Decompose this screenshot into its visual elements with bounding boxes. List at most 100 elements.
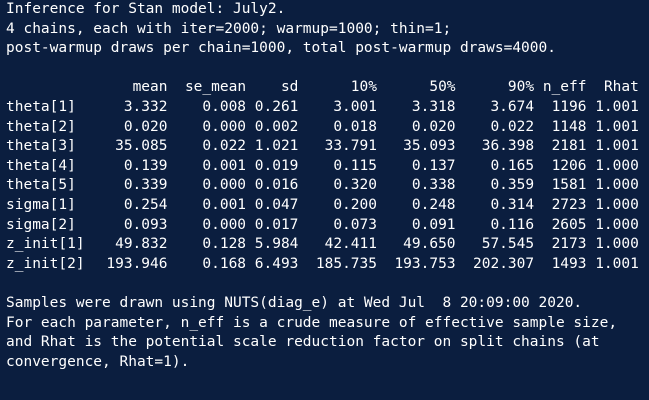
cell-n-eff: 1206 [551,157,587,174]
cell-se-mean: 0.000 [202,216,247,233]
cell-n-eff: 1196 [551,98,587,115]
cell-mean: 0.139 [123,157,168,174]
cell-se-mean: 0.001 [202,157,247,174]
cell-se-mean: 0.022 [202,138,247,155]
cell-50pct: 0.338 [411,177,456,194]
cell-mean: 0.339 [123,177,168,194]
table-row: theta[3] 35.085 0.022 1.021 33.791 35.093 36.3… [6,137,649,157]
cell-10pct: 0.073 [333,216,377,233]
cell-90pct: 0.022 [490,118,535,135]
cell-rhat: 1.000 [595,236,639,253]
cell-se-mean: 0.008 [202,98,247,115]
table-header-row: mean se_mean sd 10% 50% 90% n_eff Rhat [6,78,649,98]
cell-50pct: 0.020 [411,118,456,135]
cell-n-eff: 2605 [551,216,587,233]
table-row: theta[2] 0.020 0.000 0.002 0.018 0.020 0.022 11… [6,118,649,138]
cell-50pct: 3.318 [411,98,456,115]
cell-n-eff: 2173 [551,236,587,253]
cell-90pct: 0.116 [490,216,535,233]
cell-mean: 0.254 [123,196,168,213]
cell-50pct: 0.091 [411,216,456,233]
cell-se-mean: 0.128 [202,236,247,253]
cell-rhat: 1.001 [595,98,639,115]
cell-50pct: 35.093 [403,138,456,155]
column-header-10pct: 10% [350,79,377,96]
cell-sd: 1.021 [254,138,299,155]
cell-90pct: 36.398 [481,138,535,155]
column-header-sd: sd [280,79,299,96]
column-header-se-mean: se_mean [184,79,247,96]
header-draws-line: post-warmup draws per chain=1000, total … [6,40,556,57]
stan-summary-footer: Samples were drawn using NUTS(diag_e) at… [6,294,649,372]
cell-10pct: 42.411 [324,236,377,253]
cell-10pct: 185.735 [315,255,377,272]
footer-convergence-line: convergence, Rhat=1). [6,353,190,370]
cell-10pct: 0.320 [333,177,377,194]
footer-rhat-line: and Rhat is the potential scale reductio… [6,334,600,351]
cell-sd: 0.002 [254,118,299,135]
cell-se-mean: 0.000 [202,118,247,135]
cell-50pct: 49.650 [403,236,456,253]
header-chains-line: 4 chains, each with iter=2000; warmup=10… [6,20,452,37]
header-model-line: Inference for Stan model: July2. [6,1,286,17]
parameter-name: sigma[1] [6,196,76,213]
cell-mean: 193.946 [106,255,168,272]
cell-rhat: 1.000 [595,157,639,174]
cell-sd: 0.017 [254,216,299,233]
table-row: z_init[1] 49.832 0.128 5.984 42.411 49.650 57.… [6,235,649,255]
cell-sd: 5.984 [254,236,299,253]
parameter-name: theta[3] [6,138,76,155]
cell-mean: 0.020 [123,118,168,135]
table-row: theta[1] 3.332 0.008 0.261 3.001 3.318 3.674 11… [6,98,649,118]
parameter-name: z_init[1] [6,236,85,253]
cell-n-eff: 2181 [551,138,587,155]
cell-50pct: 193.753 [394,255,456,272]
cell-90pct: 57.545 [481,236,535,253]
cell-sd: 0.261 [254,98,299,115]
table-row: sigma[2] 0.093 0.000 0.017 0.073 0.091 0.116 26… [6,216,649,236]
cell-n-eff: 1493 [551,255,587,272]
footer-sampler-line: Samples were drawn using NUTS(diag_e) at… [6,294,583,311]
cell-10pct: 0.115 [333,157,377,174]
parameter-name: z_init[2] [6,255,85,272]
cell-n-eff: 1148 [551,118,587,135]
cell-50pct: 0.137 [411,157,456,174]
terminal-output[interactable]: Inference for Stan model: July2. 4 chain… [0,0,649,400]
stan-summary-header: Inference for Stan model: July2. 4 chain… [6,0,649,59]
parameter-name: sigma[2] [6,216,76,233]
cell-90pct: 202.307 [473,255,535,272]
table-row: sigma[1] 0.254 0.001 0.047 0.200 0.248 0.314 27… [6,196,649,216]
cell-n-eff: 2723 [551,196,587,213]
parameter-name: theta[4] [6,157,76,174]
cell-mean: 3.332 [123,98,168,115]
cell-rhat: 1.001 [595,118,639,135]
summary-table: mean se_mean sd 10% 50% 90% n_eff Rhat t… [6,78,649,274]
table-body: theta[1] 3.332 0.008 0.261 3.001 3.318 3.674 11… [6,98,649,274]
cell-rhat: 1.001 [595,255,639,272]
cell-se-mean: 0.001 [202,196,247,213]
column-header-rhat: Rhat [603,79,639,96]
cell-90pct: 0.314 [490,196,535,213]
cell-sd: 0.019 [254,157,299,174]
cell-10pct: 0.200 [333,196,377,213]
column-header-50pct: 50% [429,79,456,96]
cell-rhat: 1.000 [595,196,639,213]
cell-se-mean: 0.000 [202,177,247,194]
column-header-90pct: 90% [507,79,535,96]
cell-rhat: 1.000 [595,177,639,194]
cell-10pct: 3.001 [333,98,377,115]
cell-n-eff: 1581 [551,177,587,194]
footer-neff-line: For each parameter, n_eff is a crude mea… [6,314,618,331]
cell-sd: 0.016 [254,177,299,194]
parameter-name: theta[1] [6,98,76,115]
cell-90pct: 0.359 [490,177,535,194]
cell-90pct: 0.165 [490,157,535,174]
cell-50pct: 0.248 [411,196,456,213]
column-header-n-eff: n_eff [542,79,587,96]
cell-sd: 6.493 [254,255,299,272]
cell-se-mean: 0.168 [202,255,247,272]
table-row: theta[4] 0.139 0.001 0.019 0.115 0.137 0.165 12… [6,157,649,177]
table-row: theta[5] 0.339 0.000 0.016 0.320 0.338 0.359 15… [6,176,649,196]
